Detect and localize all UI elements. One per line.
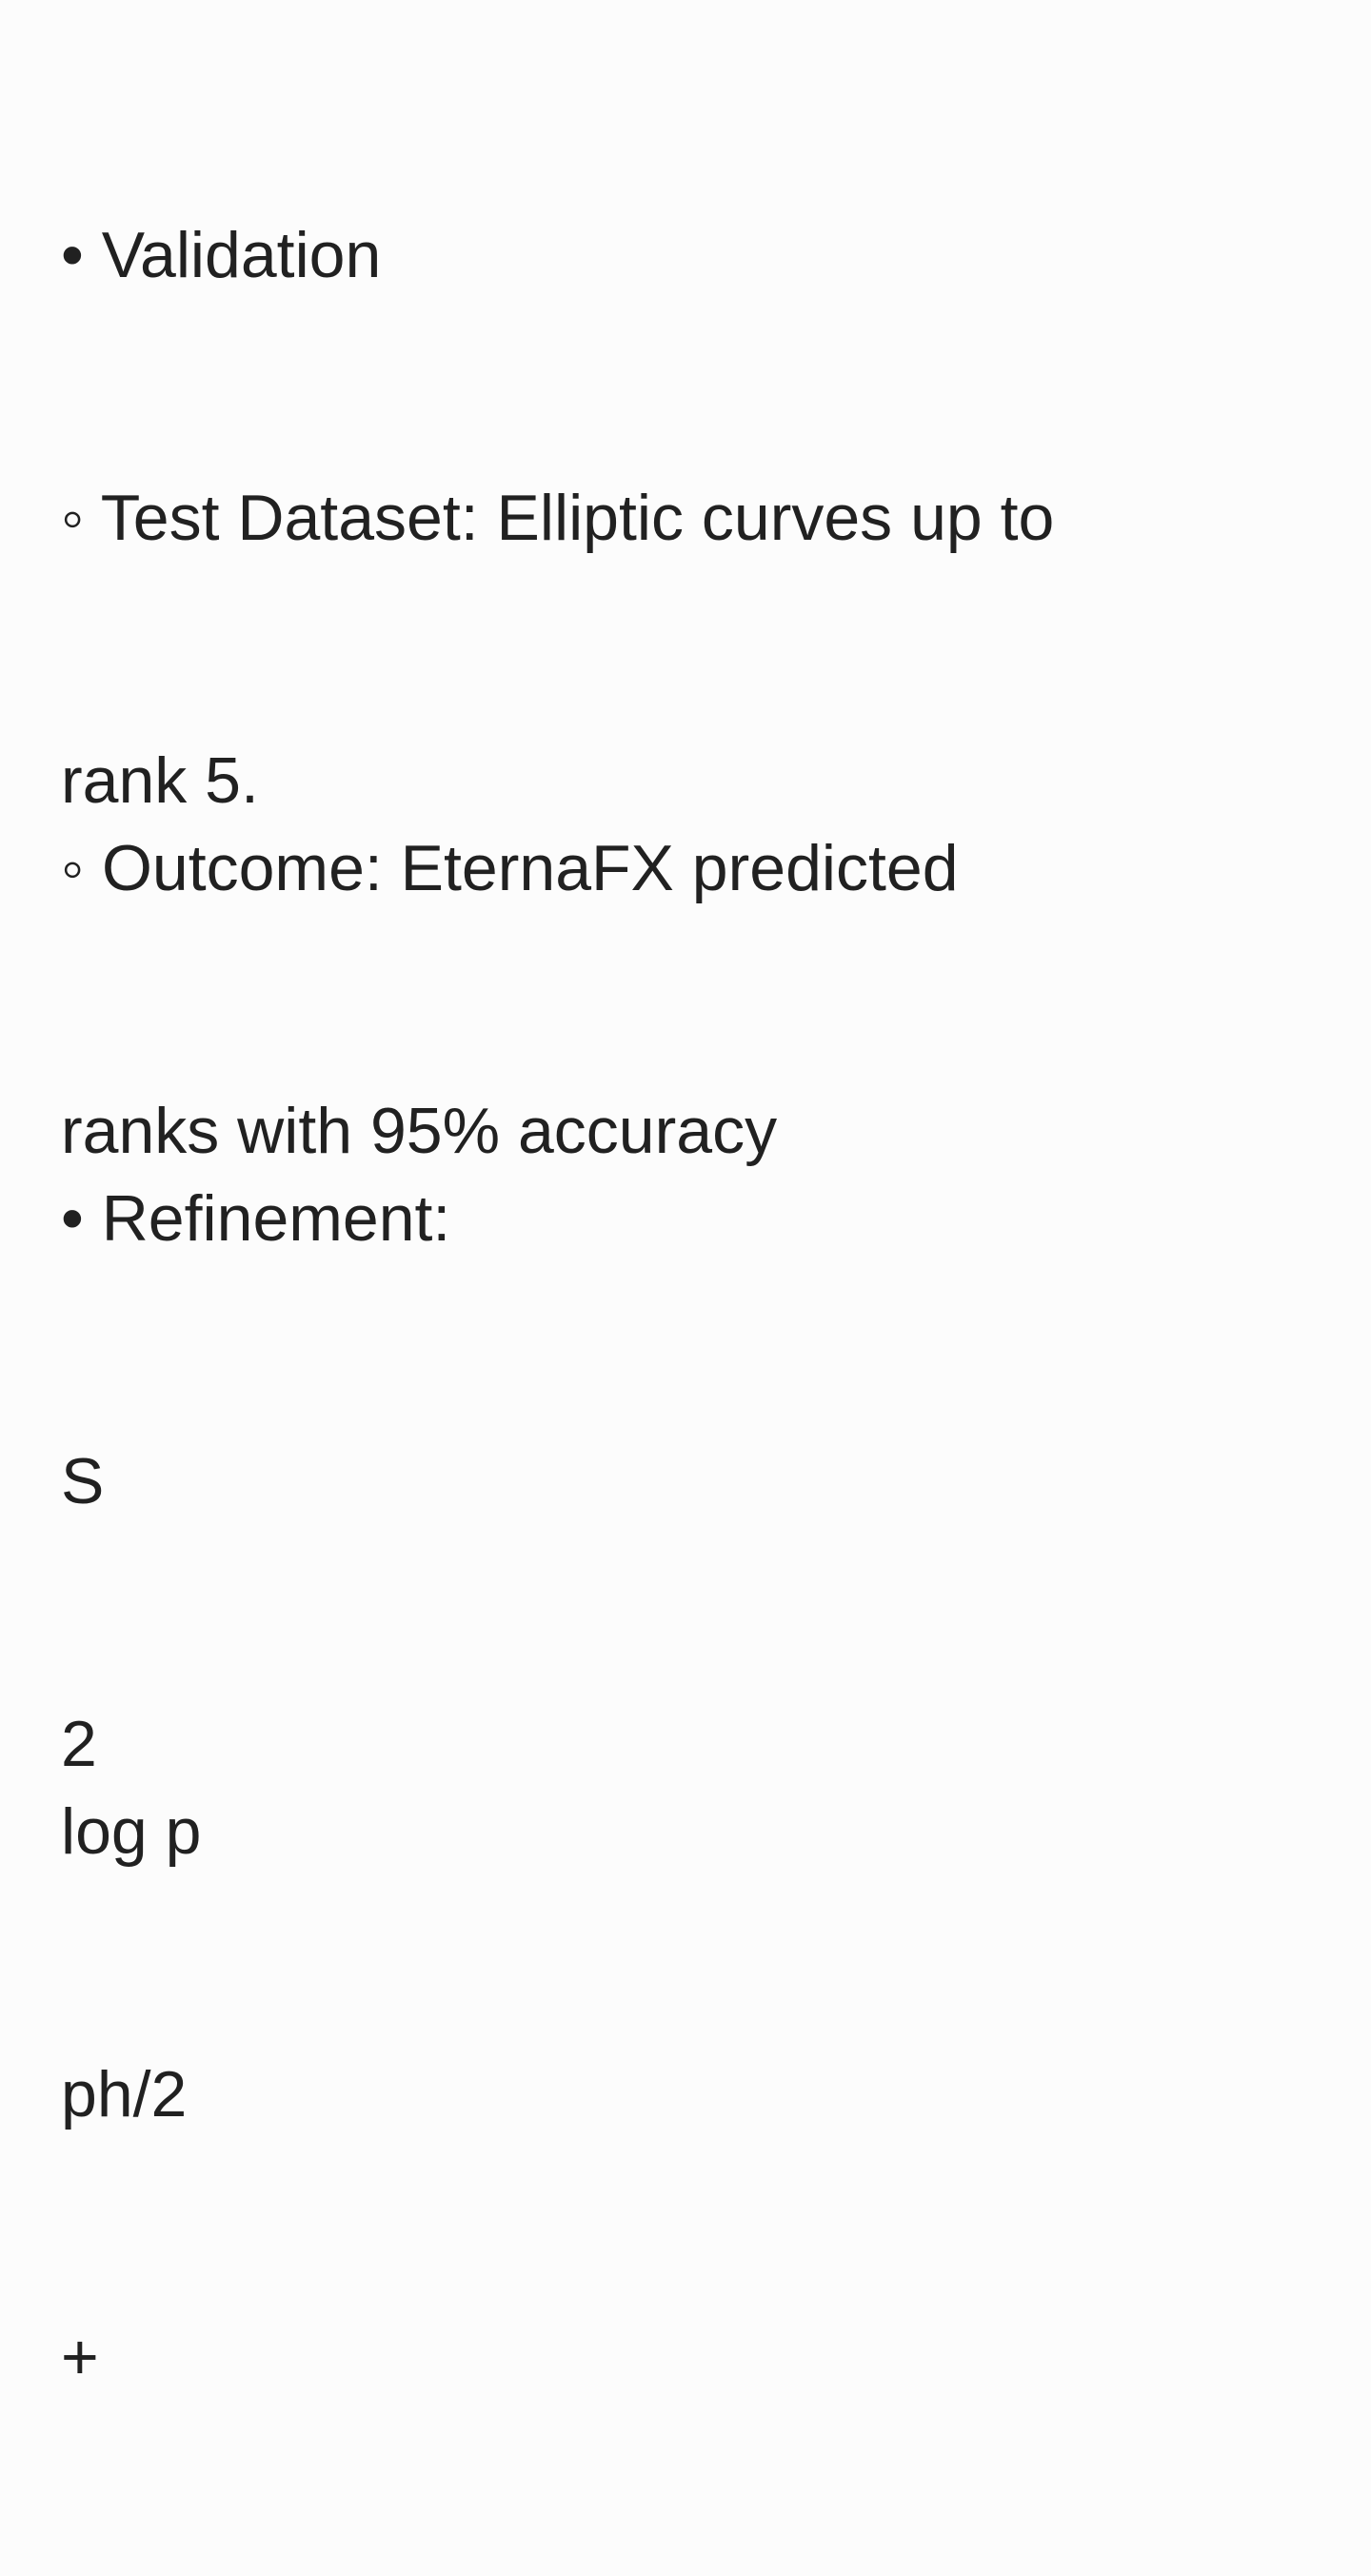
refinement-heading-text: • Refinement: — [61, 1182, 451, 1255]
formula-symbol-s: S — [61, 1445, 105, 1517]
test-dataset-line-1: ◦ Test Dataset: Elliptic curves up to — [61, 482, 1055, 554]
validation-heading-text: • Validation — [61, 219, 382, 291]
note-content: • Validation ◦ Test Dataset: Elliptic cu… — [0, 0, 1371, 2393]
outcome-line-1: ◦ Outcome: EternaFX predicted — [61, 832, 959, 904]
formula-log-p: log p — [61, 1795, 202, 1868]
formula-plus-sign: + — [61, 2321, 99, 2393]
formula-fragment-bottom: log p ph/2 + — [61, 1613, 1108, 2576]
formula-ph-over-2: ph/2 — [61, 2058, 188, 2130]
